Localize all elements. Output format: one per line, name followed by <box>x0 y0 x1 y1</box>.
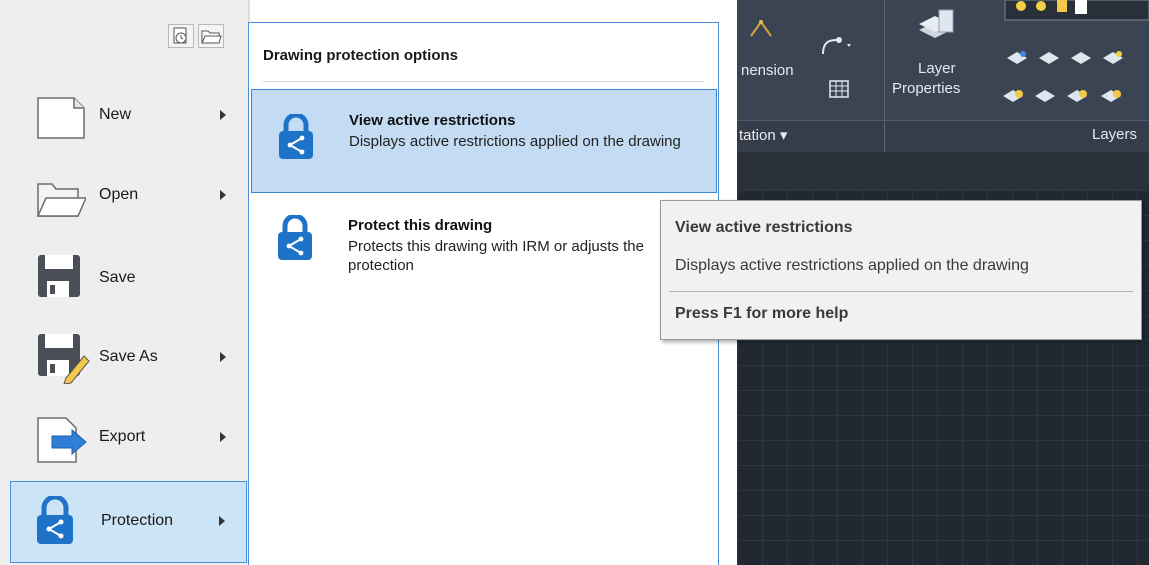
option-description: Protects this drawing with IRM or adjust… <box>348 238 644 274</box>
option-view-active-restrictions[interactable]: View active restrictions Displays active… <box>251 89 717 193</box>
dimension-icon[interactable] <box>747 18 775 47</box>
tooltip: View active restrictions Displays active… <box>660 200 1142 340</box>
menu-item-open-label: Open <box>99 186 139 203</box>
submenu-arrow-icon <box>220 190 226 200</box>
submenu-title: Drawing protection options <box>263 47 458 64</box>
menu-item-save[interactable]: Save <box>14 243 246 315</box>
layer-tools-row-2[interactable] <box>1001 82 1149 111</box>
submenu-arrow-icon <box>220 110 226 120</box>
protection-lock-icon <box>35 494 85 544</box>
menu-item-protection-label: Protection <box>101 512 174 529</box>
menu-item-save-as-label: Save As <box>99 348 158 365</box>
open-folder-icon <box>36 174 88 222</box>
option-title: Protect this drawing <box>348 217 493 234</box>
panel-separator <box>884 121 885 153</box>
submenu-arrow-icon <box>220 352 226 362</box>
tooltip-title: View active restrictions <box>675 219 853 236</box>
menu-item-new[interactable]: New <box>14 80 246 152</box>
menu-item-open[interactable]: Open <box>14 160 246 232</box>
save-as-icon <box>36 332 90 385</box>
menu-item-protection[interactable]: Protection <box>10 481 247 563</box>
layer-dropdown[interactable] <box>1001 0 1149 35</box>
submenu-arrow-icon <box>219 516 225 526</box>
layer-properties-icon[interactable] <box>915 6 959 51</box>
tooltip-help-text: Press F1 for more help <box>675 305 849 322</box>
menu-item-export-label: Export <box>99 428 146 445</box>
layers-panel-label[interactable]: Layers <box>1092 126 1137 143</box>
menu-item-save-label: Save <box>99 269 136 286</box>
ribbon-panel-bar: tation ▾ Layers <box>737 120 1149 153</box>
annotation-panel-label[interactable]: tation ▾ <box>739 126 787 144</box>
new-document-icon <box>36 94 86 142</box>
option-protect-this-drawing[interactable]: Protect this drawing Protects this drawi… <box>251 195 717 299</box>
submenu-divider <box>263 81 704 82</box>
option-title: View active restrictions <box>349 112 516 129</box>
protection-lock-icon <box>278 112 314 159</box>
annotation-panel-text[interactable]: tation <box>739 127 776 144</box>
submenu-arrow-icon <box>220 432 226 442</box>
open-documents-button[interactable] <box>198 24 224 48</box>
protection-lock-icon <box>277 213 313 260</box>
menu-item-export[interactable]: Export <box>14 402 246 474</box>
table-icon[interactable] <box>829 80 849 103</box>
dimension-label[interactable]: nension <box>741 62 794 79</box>
tooltip-description: Displays active restrictions applied on … <box>675 257 1029 274</box>
save-disk-icon <box>36 253 86 301</box>
layer-tools-row-1[interactable] <box>1005 42 1149 71</box>
file-tab-strip <box>737 152 1149 190</box>
open-documents-icon <box>201 30 222 44</box>
leader-icon[interactable] <box>819 34 853 63</box>
application-menu: New Open Save Save As Export Protection <box>0 0 249 565</box>
recent-documents-icon <box>173 27 187 44</box>
tooltip-divider <box>669 291 1133 292</box>
export-icon <box>36 416 87 464</box>
menu-item-save-as[interactable]: Save As <box>14 322 246 394</box>
option-description: Displays active restrictions applied on … <box>349 133 681 150</box>
protection-submenu: Drawing protection options View active r… <box>248 22 719 565</box>
layer-properties-label-2[interactable]: Properties <box>892 80 960 97</box>
menu-item-new-label: New <box>99 106 132 123</box>
recent-documents-button[interactable] <box>168 24 194 48</box>
layer-properties-label-1[interactable]: Layer <box>918 60 956 77</box>
